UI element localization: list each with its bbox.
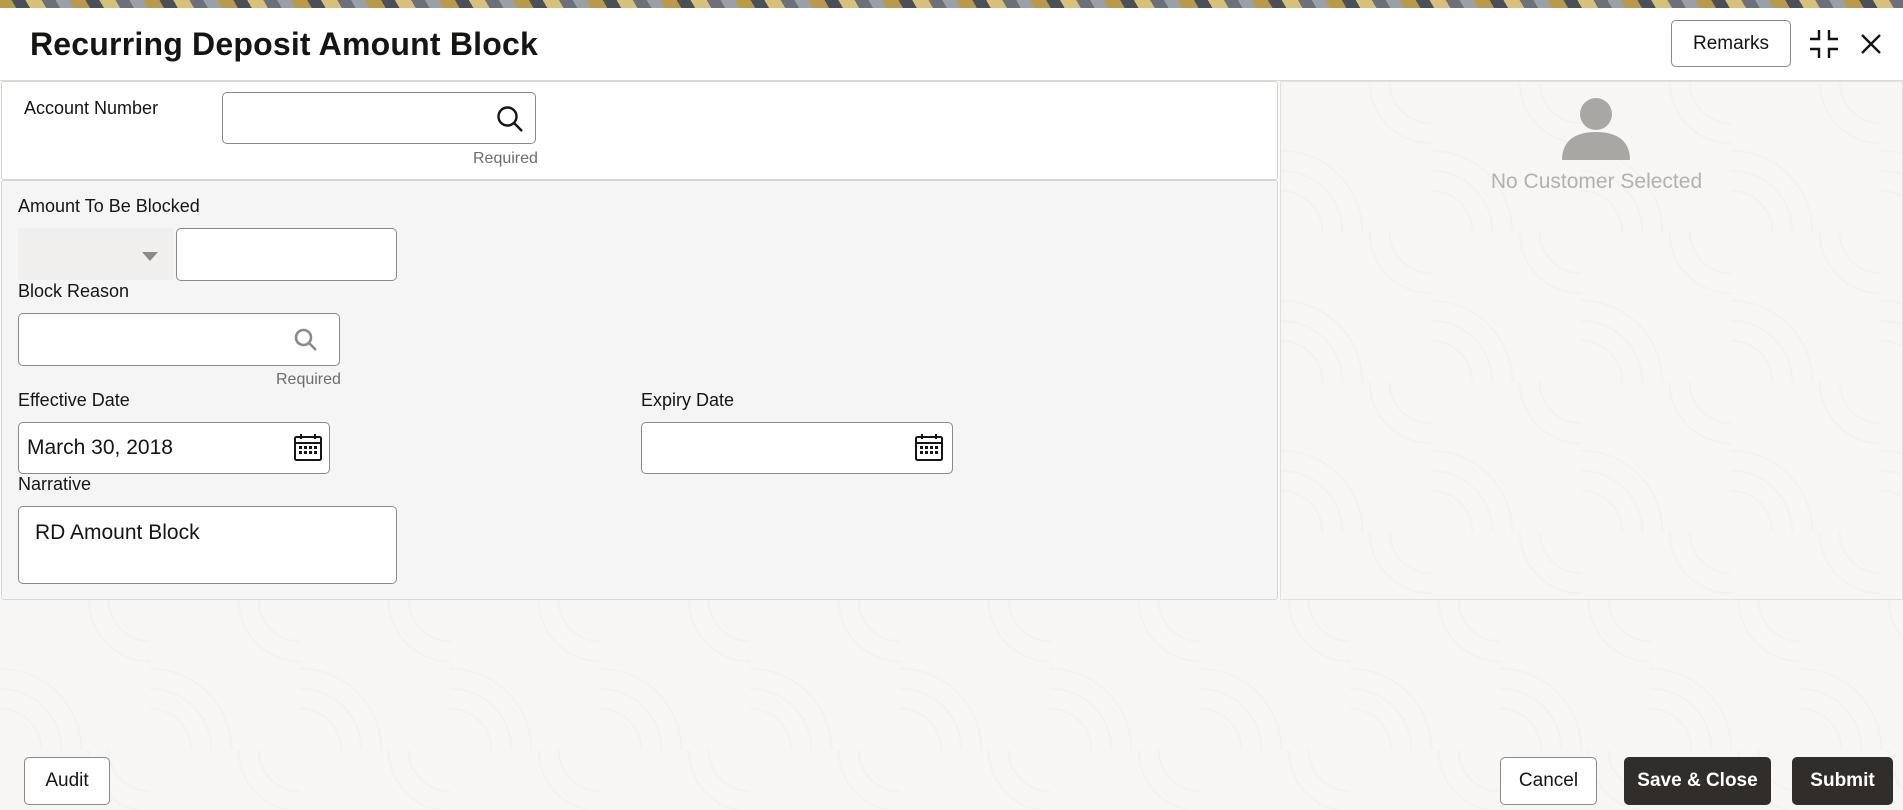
amount-input[interactable] (176, 228, 397, 281)
expiry-date-input[interactable] (641, 422, 953, 474)
cancel-button[interactable]: Cancel (1500, 757, 1597, 805)
footer-area (0, 600, 1903, 810)
effective-date-input[interactable]: March 30, 2018 (18, 422, 330, 474)
page-title: Recurring Deposit Amount Block (30, 26, 538, 62)
amount-to-be-blocked-label: Amount To Be Blocked (18, 196, 200, 216)
save-and-close-button[interactable]: Save & Close (1624, 757, 1771, 805)
effective-date-value: March 30, 2018 (27, 436, 173, 459)
close-icon[interactable] (1853, 26, 1889, 62)
block-details-section: Amount To Be Blocked Block Reason Requir… (1, 180, 1278, 600)
search-icon[interactable] (293, 327, 319, 358)
narrative-label: Narrative (18, 474, 92, 494)
top-decorative-strip (0, 0, 1903, 8)
calendar-icon[interactable] (293, 432, 323, 467)
narrative-value: RD Amount Block (35, 521, 200, 544)
currency-select[interactable] (18, 228, 173, 280)
account-number-label: Account Number (24, 98, 159, 118)
account-number-input[interactable] (222, 92, 536, 144)
account-section: Account Number Required (1, 81, 1278, 180)
no-customer-selected-text: No Customer Selected (1490, 170, 1703, 193)
submit-button[interactable]: Submit (1792, 757, 1893, 805)
block-reason-label: Block Reason (18, 281, 130, 301)
audit-button[interactable]: Audit (24, 757, 110, 805)
narrative-textarea[interactable]: RD Amount Block (18, 506, 397, 584)
chevron-down-icon (142, 249, 158, 267)
block-reason-input[interactable] (18, 313, 340, 366)
effective-date-label: Effective Date (18, 390, 130, 410)
calendar-icon[interactable] (914, 432, 944, 467)
block-reason-helper: Required (276, 371, 341, 388)
search-icon[interactable] (495, 104, 525, 139)
user-avatar-icon (1560, 94, 1632, 165)
remarks-button[interactable]: Remarks (1671, 20, 1791, 67)
expiry-date-label: Expiry Date (641, 390, 735, 410)
page-header: Recurring Deposit Amount Block Remarks (0, 8, 1903, 81)
minimize-icon[interactable] (1806, 26, 1842, 62)
account-number-helper: Required (473, 150, 538, 167)
